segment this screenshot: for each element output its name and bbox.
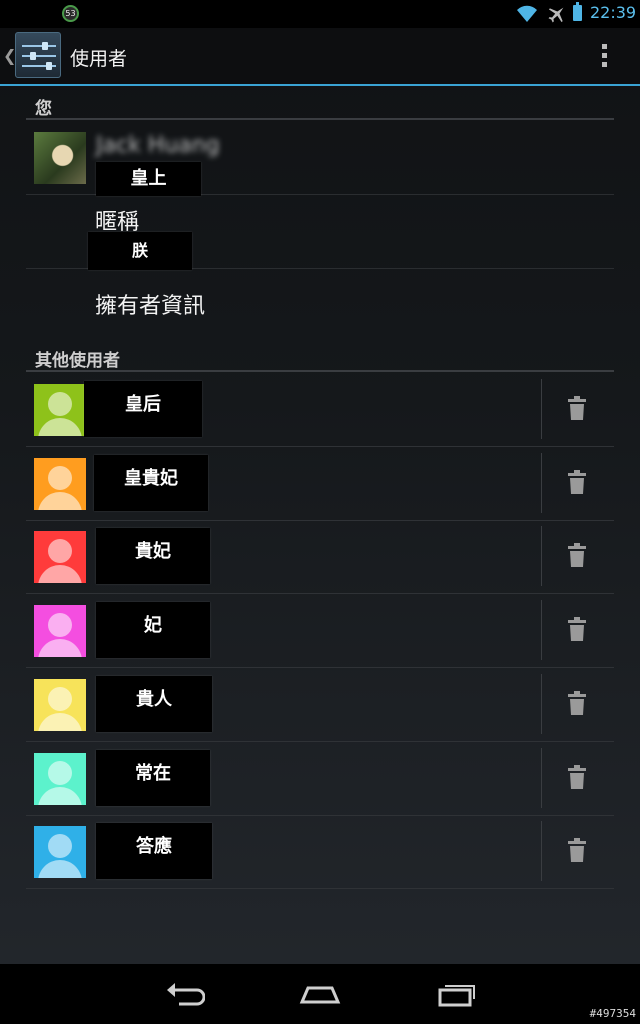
row-divider xyxy=(541,600,542,661)
user-avatar xyxy=(34,826,86,879)
row-divider xyxy=(541,673,542,734)
row-divider xyxy=(541,821,542,882)
delete-user-icon[interactable] xyxy=(568,837,586,863)
delete-user-icon[interactable] xyxy=(568,690,586,716)
user-name-redaction: 貴妃 xyxy=(96,528,210,585)
section-header-you: 您 xyxy=(26,92,614,120)
wifi-icon xyxy=(517,5,537,23)
settings-app-icon[interactable] xyxy=(15,32,61,78)
watermark: #497354 xyxy=(589,1007,636,1020)
owner-name-redaction: 皇上 xyxy=(96,162,201,196)
overflow-menu-icon[interactable] xyxy=(600,44,608,70)
clock: 22:39 xyxy=(590,3,637,22)
home-icon[interactable] xyxy=(299,980,341,1008)
section-header-other-users: 其他使用者 xyxy=(26,344,614,372)
delete-user-icon[interactable] xyxy=(568,395,586,421)
user-name-redaction: 皇貴妃 xyxy=(94,454,208,511)
navigation-bar xyxy=(0,964,640,1024)
row-divider xyxy=(541,452,542,513)
user-avatar xyxy=(34,531,86,584)
sliders-icon xyxy=(22,42,56,70)
user-avatar xyxy=(34,678,86,731)
user-avatar xyxy=(34,605,86,658)
owner-name-blurred: Jack Huang xyxy=(96,133,220,158)
user-avatar xyxy=(34,752,86,805)
user-name-redaction: 妃 xyxy=(96,602,210,659)
page-title: 使用者 xyxy=(70,48,128,70)
owner-info-label: 擁有者資訊 xyxy=(95,294,206,319)
action-bar: ❮ 使用者 xyxy=(0,28,640,86)
nickname-redaction: 朕 xyxy=(88,232,192,270)
back-icon[interactable] xyxy=(165,980,205,1008)
delete-user-icon[interactable] xyxy=(568,764,586,790)
delete-user-icon[interactable] xyxy=(568,469,586,495)
user-avatar xyxy=(34,457,86,510)
delete-user-icon[interactable] xyxy=(568,542,586,568)
status-bar: 53 22:39 xyxy=(0,0,640,28)
airplane-mode-icon xyxy=(548,7,564,23)
user-name-redaction: 常在 xyxy=(96,749,210,806)
user-avatar xyxy=(34,384,86,436)
notification-badge: 53 xyxy=(62,5,79,22)
row-divider xyxy=(541,526,542,587)
delete-user-icon[interactable] xyxy=(568,616,586,642)
row-divider xyxy=(541,747,542,808)
user-name-redaction: 答應 xyxy=(96,823,212,880)
recent-apps-icon[interactable] xyxy=(437,980,477,1008)
user-name-redaction: 皇后 xyxy=(84,381,202,437)
owner-avatar xyxy=(34,132,86,184)
battery-icon xyxy=(573,2,582,21)
user-name-redaction: 貴人 xyxy=(96,675,212,732)
row-divider xyxy=(541,379,542,439)
